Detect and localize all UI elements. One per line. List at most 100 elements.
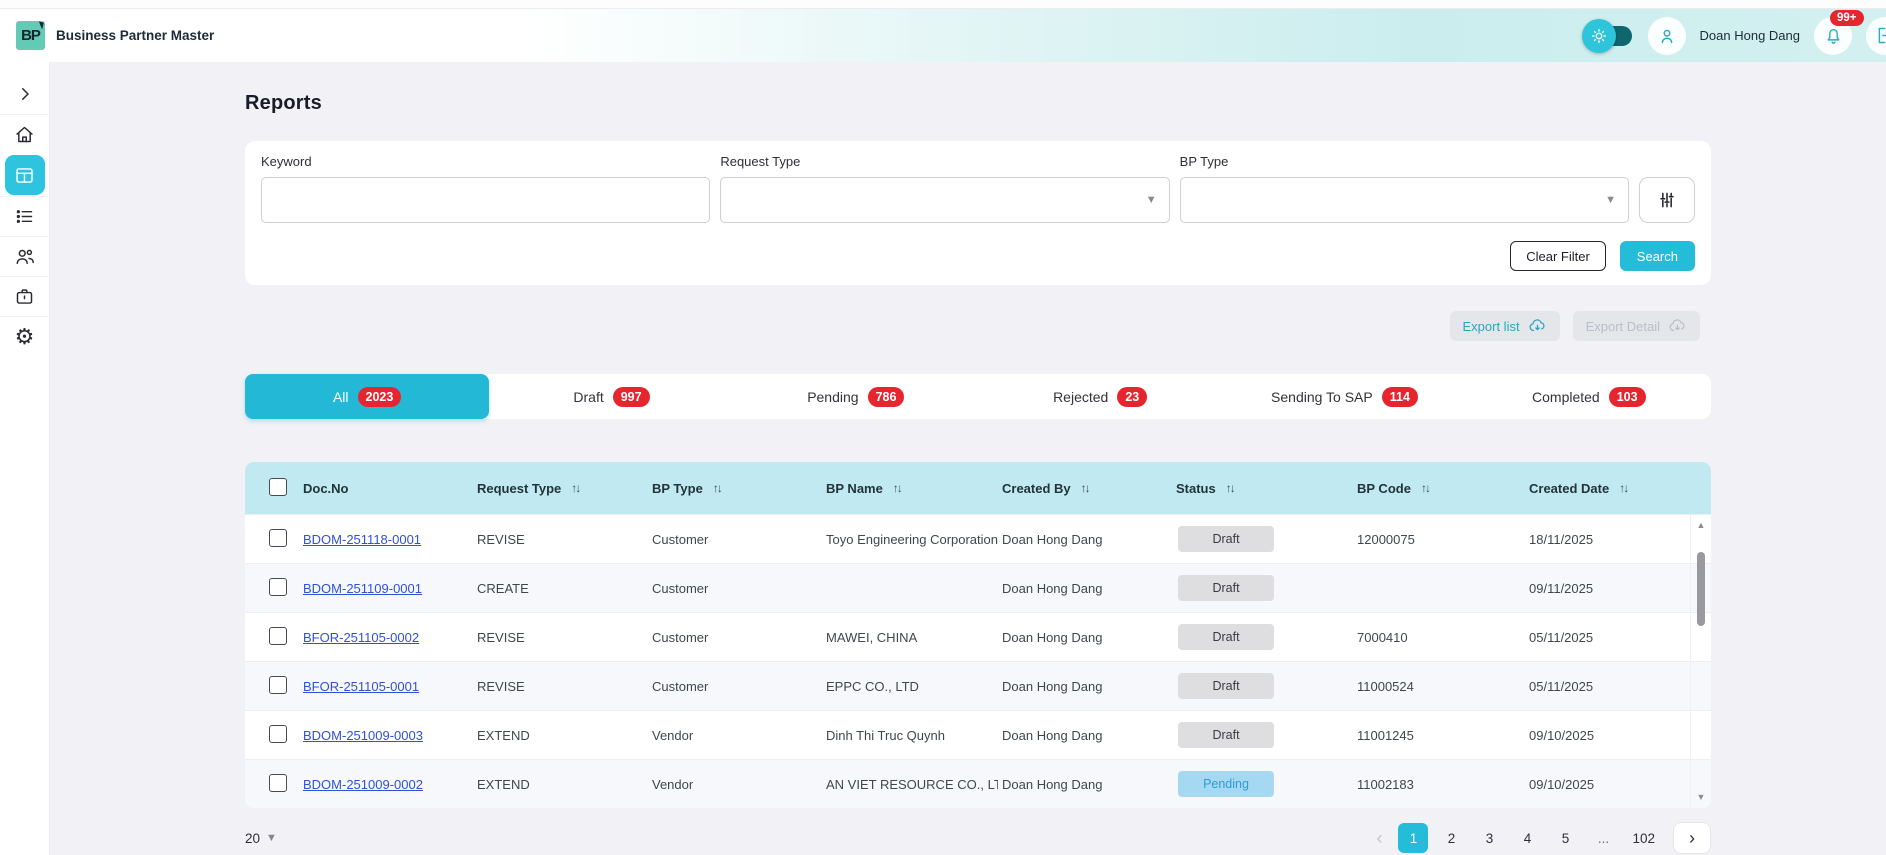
doc-link[interactable]: BFOR-251105-0002 <box>303 630 419 645</box>
doc-link[interactable]: BDOM-251109-0001 <box>303 581 422 596</box>
app-header: BP Business Partner Master Doan Hong Dan… <box>0 9 1886 62</box>
tab-sending-to-sap[interactable]: Sending To SAP 114 <box>1222 374 1466 419</box>
tab-all[interactable]: All 2023 <box>245 374 489 419</box>
table-row[interactable]: BDOM-251118-0001 REVISE Customer Toyo En… <box>245 514 1711 563</box>
table-scrollbar[interactable]: ▲ ▼ <box>1694 520 1708 802</box>
sort-icon[interactable]: ↑↓ <box>893 481 901 495</box>
tab-draft[interactable]: Draft 997 <box>489 374 733 419</box>
row-checkbox[interactable] <box>269 627 287 645</box>
table-row[interactable]: BDOM-251009-0002 EXTEND Vendor AN VIET R… <box>245 759 1711 808</box>
page-button-2[interactable]: 2 <box>1436 823 1466 853</box>
next-page-chevron-icon[interactable]: › <box>1673 822 1711 854</box>
sidebar-expand-chevron-icon[interactable] <box>0 74 50 114</box>
cell-created-by: Doan Hong Dang <box>1002 630 1176 645</box>
logout-icon[interactable] <box>1866 17 1886 55</box>
export-detail-button[interactable]: Export Detail <box>1573 311 1700 341</box>
cell-request-type: CREATE <box>477 581 652 596</box>
cell-created-date: 09/11/2025 <box>1529 581 1711 596</box>
tab-label: Draft <box>573 389 603 405</box>
cell-created-date: 09/10/2025 <box>1529 728 1711 743</box>
scrollbar-track[interactable] <box>1696 530 1706 792</box>
sort-icon[interactable]: ↑↓ <box>1226 481 1234 495</box>
cell-request-type: REVISE <box>477 532 652 547</box>
row-checkbox[interactable] <box>269 725 287 743</box>
sidebar-item-home-icon[interactable] <box>0 114 50 154</box>
sidebar-item-settings-icon[interactable]: ⚙ <box>0 316 50 356</box>
request-type-select[interactable]: ▼ <box>720 177 1169 223</box>
doc-link[interactable]: BDOM-251009-0003 <box>303 728 423 743</box>
tab-completed[interactable]: Completed 103 <box>1467 374 1711 419</box>
cell-bp-type: Customer <box>652 581 826 596</box>
row-checkbox[interactable] <box>269 529 287 547</box>
reports-table: Doc.No Request Type↑↓ BP Type↑↓ BP Name↑… <box>245 462 1711 808</box>
doc-link[interactable]: BDOM-251118-0001 <box>303 532 421 547</box>
row-checkbox[interactable] <box>269 578 287 596</box>
tab-label: All <box>333 389 349 405</box>
table-row[interactable]: BDOM-251109-0001 CREATE Customer Doan Ho… <box>245 563 1711 612</box>
tab-pending[interactable]: Pending 786 <box>734 374 978 419</box>
tab-count-badge: 114 <box>1382 387 1418 407</box>
doc-link[interactable]: BFOR-251105-0001 <box>303 679 419 694</box>
cell-bp-type: Customer <box>652 532 826 547</box>
select-all-checkbox[interactable] <box>269 478 287 496</box>
cell-created-date: 05/11/2025 <box>1529 630 1711 645</box>
doc-link[interactable]: BDOM-251009-0002 <box>303 777 423 792</box>
sort-icon[interactable]: ↑↓ <box>571 481 579 495</box>
bp-type-select[interactable]: ▼ <box>1180 177 1629 223</box>
sort-icon[interactable]: ↑↓ <box>713 481 721 495</box>
search-button[interactable]: Search <box>1620 241 1695 271</box>
keyword-input[interactable] <box>261 177 710 223</box>
row-checkbox[interactable] <box>269 676 287 694</box>
scroll-up-icon[interactable]: ▲ <box>1697 520 1706 530</box>
page-size-select[interactable]: 20 ▼ <box>245 831 277 846</box>
theme-toggle[interactable] <box>1582 23 1634 49</box>
advanced-filter-button[interactable] <box>1639 177 1695 223</box>
chevron-down-icon: ▼ <box>1605 194 1616 206</box>
sort-icon[interactable]: ↑↓ <box>1081 481 1089 495</box>
tab-count-badge: 997 <box>613 387 650 407</box>
status-tabs: All 2023 Draft 997 Pending 786 Rejected … <box>245 374 1711 419</box>
main-content: Reports Keyword Request Type ▼ <box>50 62 1886 855</box>
window-top-strip <box>0 0 1886 9</box>
page-title: Reports <box>245 92 1711 115</box>
cell-request-type: EXTEND <box>477 728 652 743</box>
clear-filter-button[interactable]: Clear Filter <box>1510 241 1606 271</box>
col-status: Status <box>1176 481 1216 496</box>
sidebar-item-users-icon[interactable] <box>0 236 50 276</box>
row-checkbox[interactable] <box>269 774 287 792</box>
cell-created-by: Doan Hong Dang <box>1002 581 1176 596</box>
user-name: Doan Hong Dang <box>1700 28 1800 43</box>
page-button-102[interactable]: 102 <box>1626 823 1661 853</box>
sidebar-item-reports-icon[interactable] <box>5 155 45 195</box>
status-badge: Draft <box>1178 526 1274 552</box>
col-bp-type: BP Type <box>652 481 703 496</box>
scrollbar-thumb[interactable] <box>1697 552 1705 626</box>
table-row[interactable]: BDOM-251009-0003 EXTEND Vendor Dinh Thi … <box>245 710 1711 759</box>
page-button-5[interactable]: 5 <box>1550 823 1580 853</box>
sidebar-item-business-icon[interactable] <box>0 276 50 316</box>
scroll-down-icon[interactable]: ▼ <box>1697 792 1706 802</box>
sidebar-item-list-icon[interactable] <box>0 196 50 236</box>
page-button-4[interactable]: 4 <box>1512 823 1542 853</box>
cell-bp-code: 12000075 <box>1357 532 1529 547</box>
page-button-1[interactable]: 1 <box>1398 823 1428 853</box>
tab-rejected[interactable]: Rejected 23 <box>978 374 1222 419</box>
prev-page-chevron-icon[interactable]: ‹ <box>1368 828 1390 849</box>
sort-icon[interactable]: ↑↓ <box>1619 481 1627 495</box>
cell-bp-name: AN VIET RESOURCE CO., LTD <box>826 777 998 792</box>
cell-request-type: REVISE <box>477 679 652 694</box>
table-row[interactable]: BFOR-251105-0002 REVISE Customer MAWEI, … <box>245 612 1711 661</box>
tab-count-badge: 23 <box>1117 387 1147 407</box>
notification-count-badge: 99+ <box>1830 10 1864 26</box>
tab-count-badge: 2023 <box>358 387 402 407</box>
table-row[interactable]: BFOR-251105-0001 REVISE Customer EPPC CO… <box>245 661 1711 710</box>
cell-created-by: Doan Hong Dang <box>1002 679 1176 694</box>
pagination-bar: 20 ▼ ‹ 1 2 3 4 5 ... 102 › <box>245 822 1711 854</box>
export-list-button[interactable]: Export list <box>1450 311 1560 341</box>
page-button-3[interactable]: 3 <box>1474 823 1504 853</box>
tab-count-badge: 103 <box>1609 387 1646 407</box>
sort-icon[interactable]: ↑↓ <box>1421 481 1429 495</box>
user-avatar[interactable] <box>1648 17 1686 55</box>
cell-created-by: Doan Hong Dang <box>1002 728 1176 743</box>
page-ellipsis: ... <box>1588 823 1618 853</box>
